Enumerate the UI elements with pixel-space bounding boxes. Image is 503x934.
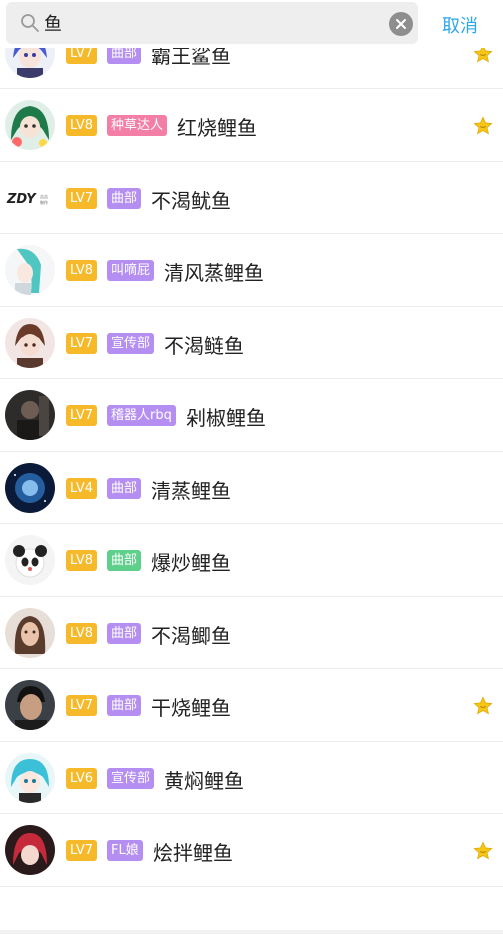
user-name[interactable]: 清蒸鲤鱼 bbox=[151, 475, 231, 504]
user-row[interactable]: LV8 曲部 不渴鲫鱼 bbox=[0, 597, 503, 669]
group-tag: FL娘 bbox=[107, 840, 143, 861]
close-icon bbox=[396, 19, 406, 29]
level-badge: LV4 bbox=[66, 477, 97, 499]
user-name[interactable]: 红烧鲤鱼 bbox=[177, 112, 257, 141]
user-row[interactable]: ZDY 吉吉 制作 LV7 曲部 不渴鱿鱼 bbox=[0, 162, 503, 234]
avatar[interactable] bbox=[5, 462, 55, 513]
user-row[interactable]: LV7 FL娘 烩拌鲤鱼 bbox=[0, 814, 503, 887]
user-name[interactable]: 清风蒸鲤鱼 bbox=[164, 257, 264, 286]
group-tag: 曲部 bbox=[107, 187, 142, 209]
group-tag: 种草达人 bbox=[107, 115, 168, 136]
level-badge: LV8 bbox=[66, 260, 97, 281]
user-row[interactable]: LV4 曲部 清蒸鲤鱼 bbox=[0, 452, 503, 524]
level-badge: LV7 bbox=[66, 695, 97, 716]
group-tag: 宣传部 bbox=[107, 767, 155, 789]
search-icon bbox=[21, 14, 39, 32]
level-badge: LV7 bbox=[66, 840, 97, 861]
svg-text:吉吉: 吉吉 bbox=[40, 194, 48, 199]
search-input[interactable] bbox=[44, 8, 374, 38]
cancel-button[interactable]: 取消 bbox=[442, 12, 478, 38]
avatar[interactable] bbox=[5, 245, 55, 295]
user-name[interactable]: 黄焖鲤鱼 bbox=[164, 765, 244, 794]
level-badge: LV6 bbox=[66, 767, 97, 789]
search-bar: 取消 bbox=[0, 0, 503, 48]
clear-search-button[interactable] bbox=[389, 12, 413, 36]
user-name[interactable]: 爆炒鲤鱼 bbox=[151, 547, 231, 576]
user-name[interactable]: 不渴鲫鱼 bbox=[151, 620, 231, 649]
user-name[interactable]: 不渴鲢鱼 bbox=[164, 330, 244, 359]
avatar[interactable] bbox=[5, 752, 55, 803]
user-name[interactable]: 干烧鲤鱼 bbox=[151, 692, 231, 721]
group-tag: 曲部 bbox=[107, 477, 142, 499]
group-tag: 宣传部 bbox=[107, 332, 155, 354]
avatar[interactable] bbox=[5, 535, 55, 585]
star-icon[interactable] bbox=[472, 115, 494, 137]
group-tag: 曲部 bbox=[107, 550, 142, 571]
avatar[interactable]: ZDY 吉吉 制作 bbox=[5, 172, 55, 223]
user-list: LV7江湖传说不渴鲤鱼我LV7曲部霸王鲨鱼LV8种草达人红烧鲤鱼ZDY吉吉制作L… bbox=[0, 0, 503, 887]
user-row[interactable]: LV8 叫嘀屁 清风蒸鲤鱼 bbox=[0, 234, 503, 307]
avatar[interactable] bbox=[5, 825, 55, 875]
user-row[interactable]: LV7 曲部 干烧鲤鱼 bbox=[0, 669, 503, 742]
level-badge: LV7 bbox=[66, 187, 97, 209]
user-row[interactable]: LV8 种草达人 红烧鲤鱼 bbox=[0, 89, 503, 162]
svg-text:ZDY: ZDY bbox=[6, 192, 37, 207]
avatar[interactable] bbox=[5, 317, 55, 368]
group-tag: 叫嘀屁 bbox=[107, 260, 155, 281]
star-icon[interactable] bbox=[472, 695, 494, 717]
avatar[interactable] bbox=[5, 607, 55, 658]
avatar[interactable] bbox=[5, 100, 55, 150]
group-tag: 曲部 bbox=[107, 695, 142, 716]
level-badge: LV8 bbox=[66, 115, 97, 136]
avatar[interactable] bbox=[5, 390, 55, 440]
user-row[interactable]: LV7 宣传部 不渴鲢鱼 bbox=[0, 307, 503, 379]
avatar[interactable] bbox=[5, 680, 55, 730]
level-badge: LV8 bbox=[66, 550, 97, 571]
group-tag: 曲部 bbox=[107, 622, 142, 644]
bottom-divider bbox=[0, 930, 503, 934]
user-name[interactable]: 剁椒鲤鱼 bbox=[186, 402, 266, 431]
svg-text:制作: 制作 bbox=[40, 199, 48, 205]
search-box[interactable] bbox=[6, 2, 418, 44]
star-icon[interactable] bbox=[472, 840, 494, 862]
level-badge: LV7 bbox=[66, 405, 97, 426]
level-badge: LV8 bbox=[66, 622, 97, 644]
group-tag: 稽器人rbq bbox=[107, 405, 176, 426]
user-row[interactable]: LV7 稽器人rbq 剁椒鲤鱼 bbox=[0, 379, 503, 452]
user-row[interactable]: LV8 曲部 爆炒鲤鱼 bbox=[0, 524, 503, 597]
user-name[interactable]: 烩拌鲤鱼 bbox=[153, 837, 233, 866]
user-name[interactable]: 不渴鱿鱼 bbox=[151, 185, 231, 214]
user-row[interactable]: LV6 宣传部 黄焖鲤鱼 bbox=[0, 742, 503, 814]
level-badge: LV7 bbox=[66, 332, 97, 354]
